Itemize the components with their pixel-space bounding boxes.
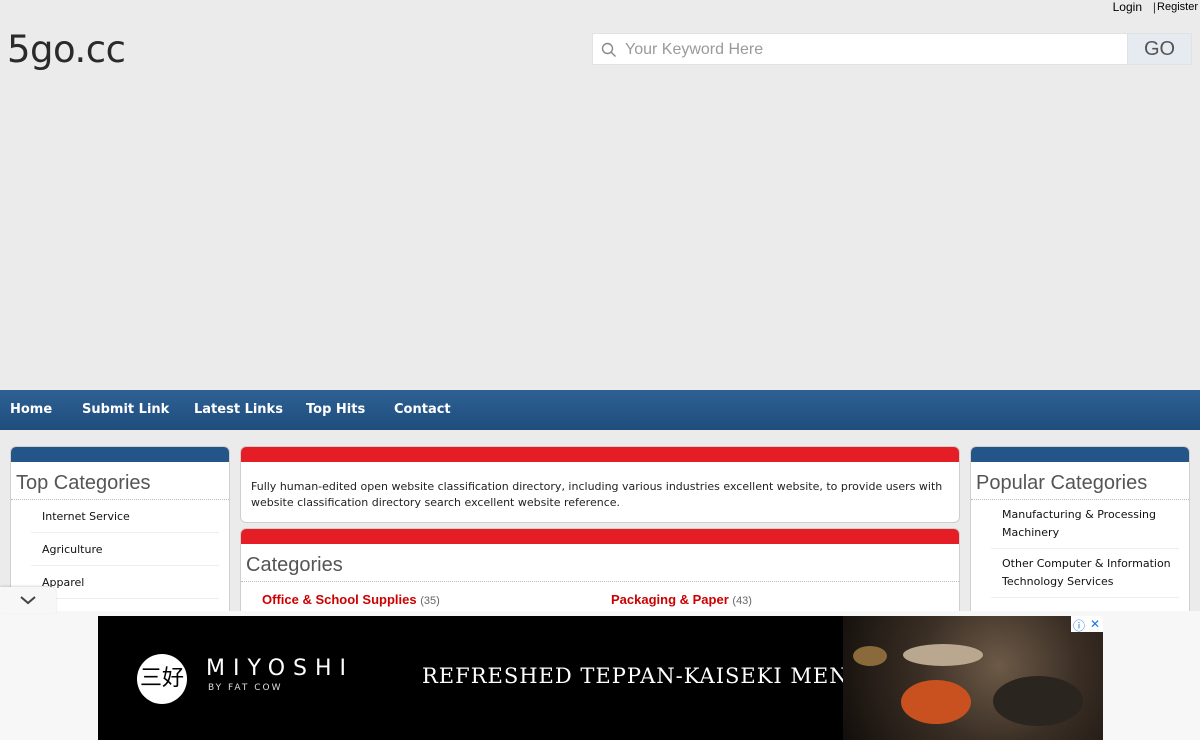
category-name: Packaging & Paper bbox=[611, 592, 729, 607]
category-link[interactable]: Office & School Supplies (35) bbox=[262, 592, 440, 607]
categories-title: Categories bbox=[241, 544, 959, 582]
ad-close-icon[interactable]: ✕ bbox=[1090, 617, 1100, 631]
popular-categories-panel: Popular Categories Manufacturing & Proce… bbox=[970, 446, 1190, 616]
panel-header-bar bbox=[11, 447, 229, 462]
chevron-down-icon bbox=[20, 596, 36, 605]
search-go-button[interactable]: GO bbox=[1127, 34, 1191, 64]
ad-byline: BY FAT COW bbox=[208, 683, 283, 693]
panel-header-bar bbox=[241, 529, 959, 544]
ad-dish bbox=[901, 680, 971, 724]
intro-text: Fully human-edited open website classifi… bbox=[251, 480, 943, 509]
panel-header-bar bbox=[971, 447, 1189, 462]
search-icon bbox=[601, 42, 616, 57]
ad-info-icon[interactable]: ⓘ bbox=[1073, 617, 1085, 634]
popular-category-item[interactable]: Other Computer & Information Technology … bbox=[991, 549, 1179, 598]
popular-category-item[interactable]: Manufacturing & Processing Machinery bbox=[991, 500, 1179, 549]
search-bar: GO bbox=[592, 33, 1192, 65]
category-name: Office & School Supplies bbox=[262, 592, 417, 607]
categories-panel: Categories Office & School Supplies (35)… bbox=[240, 528, 960, 618]
nav-submit-link[interactable]: Submit Link bbox=[82, 402, 169, 417]
panel-header-bar bbox=[241, 447, 959, 462]
site-logo[interactable]: 5go.cc bbox=[7, 28, 126, 71]
category-count: (43) bbox=[732, 595, 752, 607]
top-category-item[interactable]: Apparel bbox=[31, 566, 219, 599]
nav-top-hits[interactable]: Top Hits bbox=[306, 402, 365, 417]
nav-contact[interactable]: Contact bbox=[394, 402, 451, 417]
top-category-item[interactable]: Agriculture bbox=[31, 533, 219, 566]
main-nav: Home Submit Link Latest Links Top Hits C… bbox=[0, 390, 1200, 430]
register-link[interactable]: Register bbox=[1157, 1, 1198, 13]
ad-emblem: 三好 bbox=[137, 654, 187, 704]
category-count: (35) bbox=[420, 595, 440, 607]
banner-ad[interactable]: 三好 MIYOSHI BY FAT COW REFRESHED TEPPAN-K… bbox=[98, 616, 1103, 740]
category-link[interactable]: Packaging & Paper (43) bbox=[611, 592, 752, 607]
intro-panel: Fully human-edited open website classifi… bbox=[240, 446, 960, 523]
ad-dish bbox=[903, 644, 983, 666]
nav-home[interactable]: Home bbox=[10, 402, 52, 417]
nav-latest-links[interactable]: Latest Links bbox=[194, 402, 283, 417]
ad-food-photo bbox=[843, 616, 1103, 740]
search-input[interactable] bbox=[623, 36, 1117, 64]
ad-dish bbox=[993, 676, 1083, 726]
top-categories-title: Top Categories bbox=[11, 462, 229, 500]
ad-collapse-toggle[interactable] bbox=[0, 587, 56, 613]
top-links-separator: | bbox=[1152, 0, 1156, 14]
ad-headline: REFRESHED TEPPAN-KAISEKI MENU bbox=[422, 664, 868, 688]
login-link[interactable]: Login bbox=[1113, 0, 1142, 14]
top-category-item[interactable]: Internet Service bbox=[31, 500, 219, 533]
ad-brand: MIYOSHI bbox=[206, 656, 355, 681]
popular-categories-title: Popular Categories bbox=[971, 462, 1189, 500]
ad-dish bbox=[853, 646, 887, 666]
ad-info-box: ⓘ ✕ bbox=[1071, 616, 1103, 634]
